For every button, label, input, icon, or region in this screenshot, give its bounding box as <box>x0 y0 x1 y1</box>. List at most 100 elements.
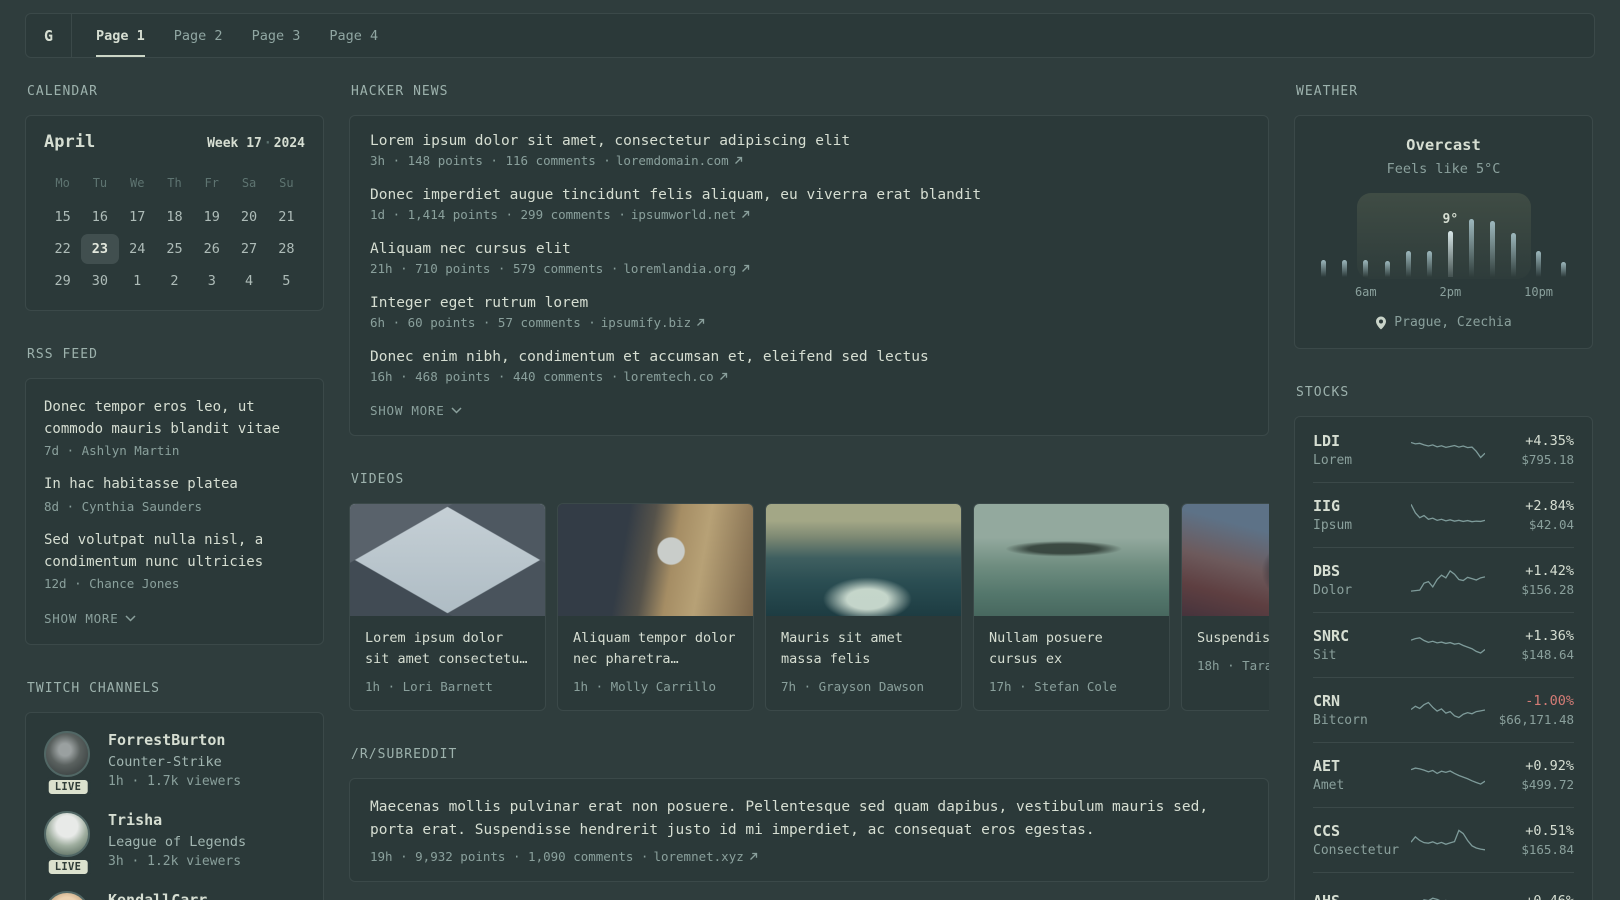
hn-item-title[interactable]: Lorem ipsum dolor sit amet, consectetur … <box>370 133 1248 149</box>
video-card[interactable]: Nullam posuere cursus ex 17h · Stefan Co… <box>973 503 1170 711</box>
hn-domain-link[interactable]: loremdomain.com <box>616 153 729 168</box>
hn-domain-link[interactable]: ipsumworld.net <box>631 207 736 222</box>
hn-item: Donec enim nibh, condimentum et accumsan… <box>370 349 1248 384</box>
video-title[interactable]: Lorem ipsum dolor sit amet consectetu… <box>365 628 530 670</box>
stock-row[interactable]: LDI Lorem +4.35% $795.18 <box>1313 418 1574 482</box>
stock-price: $156.28 <box>1521 582 1574 597</box>
twitch-widget: LIVE ForrestBurton Counter-Strike 1h · 1… <box>25 712 324 900</box>
video-caption: Aliquam tempor dolor nec pharetra… 1h · … <box>558 616 753 710</box>
videos-carousel: Lorem ipsum dolor sit amet consectetu… 1… <box>349 503 1269 711</box>
page-tab[interactable]: Page 4 <box>329 14 378 57</box>
stock-row[interactable]: CCS Consectetur +0.51% $165.84 <box>1313 807 1574 872</box>
stock-ticker[interactable]: CRN <box>1313 692 1411 710</box>
video-title[interactable]: Suspendisse diam <box>1197 628 1269 649</box>
avatar-wrap <box>44 891 92 900</box>
top-navigation-bar: G Page 1 Page 2 Page 3 Page 4 <box>25 13 1595 58</box>
rss-section: RSS FEED Donec tempor eros leo, ut commo… <box>25 347 324 646</box>
weather-bar <box>1426 251 1432 277</box>
rss-item-title[interactable]: Sed volutpat nulla nisl, a condimentum n… <box>44 530 305 573</box>
video-card[interactable]: Suspendisse diam 18h · Tara <box>1181 503 1269 711</box>
center-column: HACKER NEWS Lorem ipsum dolor sit amet, … <box>349 84 1269 882</box>
page-tab[interactable]: Page 2 <box>174 14 223 57</box>
hn-domain-link[interactable]: loremtech.co <box>623 369 713 384</box>
hn-meta-text: 1d · 1,414 points · 299 comments · <box>370 207 626 222</box>
subreddit-post-title[interactable]: Maecenas mollis pulvinar erat non posuer… <box>370 796 1248 843</box>
stock-values: -1.00% $66,171.48 <box>1485 693 1574 727</box>
page-tab[interactable]: Page 1 <box>96 14 145 57</box>
stock-identity: IIG Ipsum <box>1313 497 1411 533</box>
weather-hour-column <box>1334 197 1355 301</box>
page-tab[interactable]: Page 3 <box>252 14 301 57</box>
hn-domain-link[interactable]: loremlandia.org <box>623 261 736 276</box>
stock-ticker[interactable]: LDI <box>1313 432 1411 450</box>
stock-ticker[interactable]: CCS <box>1313 822 1411 840</box>
stock-ticker[interactable]: AHS <box>1313 892 1411 900</box>
channel-name[interactable]: Trisha <box>108 811 246 829</box>
video-thumbnail[interactable] <box>558 504 753 616</box>
stock-row[interactable]: AHS +0.46% <box>1313 872 1574 900</box>
subreddit-widget: Maecenas mollis pulvinar erat non posuer… <box>349 777 1269 882</box>
hn-meta-text: 21h · 710 points · 579 comments · <box>370 261 619 276</box>
twitch-section: TWITCH CHANNELS LIVE ForrestBurton Count… <box>25 681 324 900</box>
sparkline-chart <box>1411 760 1485 790</box>
stock-row[interactable]: CRN Bitcorn -1.00% $66,171.48 <box>1313 677 1574 742</box>
video-thumbnail[interactable] <box>974 504 1169 616</box>
video-title[interactable]: Mauris sit amet massa felis <box>781 628 946 670</box>
rss-show-more-button[interactable]: SHOW MORE <box>44 611 305 626</box>
hn-item: Donec imperdiet augue tincidunt felis al… <box>370 187 1248 222</box>
day-cell: 16 <box>91 209 109 225</box>
video-thumbnail[interactable] <box>350 504 545 616</box>
video-thumbnail[interactable] <box>1182 504 1269 616</box>
hn-show-more-button[interactable]: SHOW MORE <box>370 403 1248 418</box>
video-title[interactable]: Nullam posuere cursus ex <box>989 628 1154 670</box>
stock-ticker[interactable]: DBS <box>1313 562 1411 580</box>
rss-item-title[interactable]: Donec tempor eros leo, ut commodo mauris… <box>44 397 305 440</box>
weather-hour-column <box>1482 197 1503 301</box>
hn-item-title[interactable]: Aliquam nec cursus elit <box>370 241 1248 257</box>
video-title[interactable]: Aliquam tempor dolor nec pharetra… <box>573 628 738 670</box>
subreddit-post: Maecenas mollis pulvinar erat non posuer… <box>370 796 1248 864</box>
stock-row[interactable]: AET Amet +0.92% $499.72 <box>1313 742 1574 807</box>
stock-ticker[interactable]: IIG <box>1313 497 1411 515</box>
stock-row[interactable]: IIG Ipsum +2.84% $42.04 <box>1313 482 1574 547</box>
twitch-channel[interactable]: KendallCarr <box>44 891 305 900</box>
stock-change: +2.84% <box>1525 498 1574 514</box>
external-link-icon <box>719 372 727 380</box>
day-cell: 5 <box>282 273 291 289</box>
stock-name: Amet <box>1313 778 1345 793</box>
hn-item-title[interactable]: Donec imperdiet augue tincidunt felis al… <box>370 187 1248 203</box>
weather-hour-column <box>1313 197 1334 301</box>
subreddit-post-meta: 19h · 9,932 points · 1,090 comments · lo… <box>370 849 1248 864</box>
video-card[interactable]: Aliquam tempor dolor nec pharetra… 1h · … <box>557 503 754 711</box>
stock-price: $499.72 <box>1521 777 1574 792</box>
channel-name[interactable]: KendallCarr <box>108 891 207 900</box>
page-tab-label: Page 1 <box>96 27 145 44</box>
weather-hour-column <box>1503 197 1524 301</box>
stock-row[interactable]: SNRC Sit +1.36% $148.64 <box>1313 612 1574 677</box>
channel-info: KendallCarr <box>108 891 207 900</box>
hn-domain-link[interactable]: ipsumify.biz <box>601 315 691 330</box>
rss-item-title[interactable]: In hac habitasse platea <box>44 474 305 496</box>
hn-item-title[interactable]: Integer eget rutrum lorem <box>370 295 1248 311</box>
hn-item-title[interactable]: Donec enim nibh, condimentum et accumsan… <box>370 349 1248 365</box>
video-card[interactable]: Mauris sit amet massa felis 7h · Grayson… <box>765 503 962 711</box>
calendar-weekday-row: Mo Tu We Th Fr Sa Su <box>44 172 305 194</box>
day-cell: 22 <box>54 241 71 257</box>
stock-ticker[interactable]: AET <box>1313 757 1411 775</box>
current-temp-label: 9° <box>1442 212 1459 227</box>
weather-hour-column: 9° 2pm <box>1440 197 1462 301</box>
video-thumbnail[interactable] <box>766 504 961 616</box>
subreddit-domain-link[interactable]: loremnet.xyz <box>653 849 743 864</box>
app-logo[interactable]: G <box>26 14 72 57</box>
stock-ticker[interactable]: SNRC <box>1313 627 1411 645</box>
twitch-channel[interactable]: LIVE ForrestBurton Counter-Strike 1h · 1… <box>44 731 305 798</box>
stock-sparkline <box>1411 435 1485 465</box>
day-cell: 18 <box>166 209 183 225</box>
channel-name[interactable]: ForrestBurton <box>108 731 241 749</box>
channel-game: Counter-Strike <box>108 754 222 771</box>
stock-row[interactable]: DBS Dolor +1.42% $156.28 <box>1313 547 1574 612</box>
live-badge: LIVE <box>45 857 91 878</box>
video-card[interactable]: Lorem ipsum dolor sit amet consectetu… 1… <box>349 503 546 711</box>
calendar-section: CALENDAR April Week 17 · 2024 Mo Tu We T… <box>25 84 324 311</box>
twitch-channel[interactable]: LIVE Trisha League of Legends 3h · 1.2k … <box>44 811 305 878</box>
